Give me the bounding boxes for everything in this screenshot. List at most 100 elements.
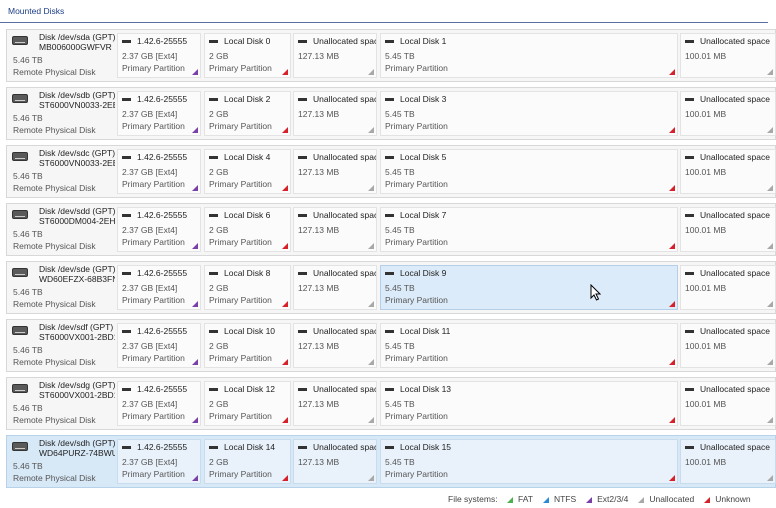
partition-block[interactable]: Local Disk 10 2 GB Primary Partition — [204, 323, 291, 368]
partition-block[interactable]: 1.42.6-25555 2.37 GB [Ext4] Primary Partit… — [117, 207, 201, 252]
partition-block[interactable]: Unallocated space 127.13 MB — [293, 323, 377, 368]
partition-icon — [298, 388, 307, 391]
partition-block[interactable]: Unallocated space 100.01 MB — [680, 91, 776, 136]
partition-block[interactable]: Unallocated space 100.01 MB — [680, 207, 776, 252]
partition-size: 2 GB — [209, 283, 229, 293]
legend-item-label: Unallocated — [649, 494, 695, 504]
filesystem-corner-icon — [767, 359, 773, 365]
disk-info[interactable]: Disk /dev/sdh (GPT) WD64PURZ-74BWU 5.46 TB… — [7, 436, 115, 487]
partition-block[interactable]: Local Disk 9 5.45 TB Primary Partition — [380, 265, 678, 310]
partition-block[interactable]: Unallocated space 127.13 MB — [293, 381, 377, 426]
partition-name: 1.42.6-25555 — [137, 152, 188, 162]
partition-block[interactable]: Local Disk 1 5.45 TB Primary Partition — [380, 33, 678, 78]
partition-name: 1.42.6-25555 — [137, 36, 188, 46]
partition-block[interactable]: Local Disk 4 2 GB Primary Partition — [204, 149, 291, 194]
disk-info[interactable]: Disk /dev/sdc (GPT) ST6000VN0033-2EE 5.46 … — [7, 146, 115, 197]
partition-block[interactable]: Unallocated space 100.01 MB — [680, 33, 776, 78]
disk-name: Disk /dev/sdf (GPT) — [39, 322, 114, 332]
partition-block[interactable]: Local Disk 14 2 GB Primary Partition — [204, 439, 291, 484]
disk-model: ST6000VX001-2BD1 — [39, 332, 115, 342]
partition-size: 127.13 MB — [298, 51, 340, 61]
partition-type: Primary Partition — [385, 469, 448, 479]
disk-model: ST6000VX001-2BD1 — [39, 390, 115, 400]
filesystem-corner-icon — [192, 359, 198, 365]
partition-block[interactable]: Local Disk 8 2 GB Primary Partition — [204, 265, 291, 310]
partition-block[interactable]: Local Disk 11 5.45 TB Primary Partition — [380, 323, 678, 368]
disk-row[interactable]: Disk /dev/sda (GPT) MB006000GWFVR 5.46 TB R… — [6, 29, 776, 82]
partition-block[interactable]: Local Disk 12 2 GB Primary Partition — [204, 381, 291, 426]
disk-row[interactable]: Disk /dev/sdd (GPT) ST6000DM004-2EH1 5.46 … — [6, 203, 776, 256]
partition-block[interactable]: 1.42.6-25555 2.37 GB [Ext4] Primary Partit… — [117, 323, 201, 368]
partition-block[interactable]: Local Disk 13 5.45 TB Primary Partition — [380, 381, 678, 426]
partition-block[interactable]: 1.42.6-25555 2.37 GB [Ext4] Primary Partit… — [117, 381, 201, 426]
partition-block[interactable]: Unallocated space 100.01 MB — [680, 149, 776, 194]
disk-info[interactable]: Disk /dev/sdb (GPT) ST6000VN0033-2EE 5.46 … — [7, 88, 115, 139]
filesystem-corner-icon — [192, 417, 198, 423]
partition-size: 2.37 GB [Ext4] — [122, 51, 178, 61]
disk-model: MB006000GWFVR — [39, 42, 112, 52]
partition-name: Unallocated space — [700, 152, 770, 162]
partition-block[interactable]: Unallocated space 127.13 MB — [293, 91, 377, 136]
partition-icon — [385, 388, 394, 391]
partition-block[interactable]: Local Disk 7 5.45 TB Primary Partition — [380, 207, 678, 252]
partition-block[interactable]: Local Disk 6 2 GB Primary Partition — [204, 207, 291, 252]
partition-name: Unallocated space — [313, 384, 377, 394]
partition-block[interactable]: Unallocated space 100.01 MB — [680, 265, 776, 310]
partition-block[interactable]: Unallocated space 127.13 MB — [293, 265, 377, 310]
disk-row[interactable]: Disk /dev/sdf (GPT) ST6000VX001-2BD1 5.46 … — [6, 319, 776, 372]
partition-size: 2 GB — [209, 225, 229, 235]
disk-type: Remote Physical Disk — [13, 357, 96, 367]
partition-icon — [209, 330, 218, 333]
partition-block[interactable]: Unallocated space 127.13 MB — [293, 439, 377, 484]
disk-info[interactable]: Disk /dev/sda (GPT) MB006000GWFVR 5.46 TB R… — [7, 30, 115, 81]
filesystem-corner-icon — [669, 69, 675, 75]
partition-block[interactable]: Unallocated space 100.01 MB — [680, 381, 776, 426]
partition-name: Unallocated space — [313, 152, 377, 162]
filesystem-corner-icon — [368, 185, 374, 191]
hard-disk-icon — [12, 384, 28, 393]
partition-block[interactable]: Unallocated space 127.13 MB — [293, 149, 377, 194]
filesystem-corner-icon — [767, 127, 773, 133]
disk-info[interactable]: Disk /dev/sdf (GPT) ST6000VX001-2BD1 5.46 … — [7, 320, 115, 371]
filesystem-corner-icon — [368, 69, 374, 75]
partition-block[interactable]: 1.42.6-25555 2.37 GB [Ext4] Primary Partit… — [117, 265, 201, 310]
filesystem-corner-icon — [368, 359, 374, 365]
disk-row[interactable]: Disk /dev/sdb (GPT) ST6000VN0033-2EE 5.46 … — [6, 87, 776, 140]
partition-block[interactable]: 1.42.6-25555 2.37 GB [Ext4] Primary Partit… — [117, 91, 201, 136]
partition-icon — [385, 446, 394, 449]
partition-block[interactable]: Local Disk 15 5.45 TB Primary Partition — [380, 439, 678, 484]
partition-block[interactable]: Unallocated space 127.13 MB — [293, 33, 377, 78]
partition-block[interactable]: 1.42.6-25555 2.37 GB [Ext4] Primary Partit… — [117, 149, 201, 194]
partition-block[interactable]: Local Disk 3 5.45 TB Primary Partition — [380, 91, 678, 136]
disk-info[interactable]: Disk /dev/sdd (GPT) ST6000DM004-2EH1 5.46 … — [7, 204, 115, 255]
disk-row[interactable]: Disk /dev/sdg (GPT) ST6000VX001-2BD1 5.46 … — [6, 377, 776, 430]
partition-block[interactable]: 1.42.6-25555 2.37 GB [Ext4] Primary Partit… — [117, 33, 201, 78]
partition-block[interactable]: Unallocated space 100.01 MB — [680, 323, 776, 368]
partition-block[interactable]: Unallocated space 127.13 MB — [293, 207, 377, 252]
partition-size: 100.01 MB — [685, 341, 727, 351]
partition-type: Primary Partition — [385, 411, 448, 421]
partition-block[interactable]: 1.42.6-25555 2.37 GB [Ext4] Primary Partit… — [117, 439, 201, 484]
partition-block[interactable]: Local Disk 5 5.45 TB Primary Partition — [380, 149, 678, 194]
disk-row[interactable]: Disk /dev/sde (GPT) WD60EFZX-68B3FN0 5.46 … — [6, 261, 776, 314]
partition-block[interactable]: Local Disk 0 2 GB Primary Partition — [204, 33, 291, 78]
partition-name: Unallocated space — [700, 442, 770, 452]
partition-block[interactable]: Unallocated space 100.01 MB — [680, 439, 776, 484]
partition-icon — [685, 40, 694, 43]
disk-type: Remote Physical Disk — [13, 241, 96, 251]
disk-info[interactable]: Disk /dev/sdg (GPT) ST6000VX001-2BD1 5.46 … — [7, 378, 115, 429]
partition-size: 5.45 TB — [385, 341, 415, 351]
partition-icon — [298, 330, 307, 333]
partition-type: Primary Partition — [122, 353, 185, 363]
disk-row[interactable]: Disk /dev/sdc (GPT) ST6000VN0033-2EE 5.46 … — [6, 145, 776, 198]
disk-model: WD64PURZ-74BWU — [39, 448, 115, 458]
partition-size: 127.13 MB — [298, 457, 340, 467]
partition-type: Primary Partition — [209, 411, 272, 421]
disk-row[interactable]: Disk /dev/sdh (GPT) WD64PURZ-74BWU 5.46 TB… — [6, 435, 776, 488]
partition-block[interactable]: Local Disk 2 2 GB Primary Partition — [204, 91, 291, 136]
partition-name: Unallocated space — [700, 326, 770, 336]
partition-size: 2.37 GB [Ext4] — [122, 341, 178, 351]
legend-item-label: Unknown — [715, 494, 751, 504]
disk-info[interactable]: Disk /dev/sde (GPT) WD60EFZX-68B3FN0 5.46 … — [7, 262, 115, 313]
partition-icon — [122, 388, 131, 391]
